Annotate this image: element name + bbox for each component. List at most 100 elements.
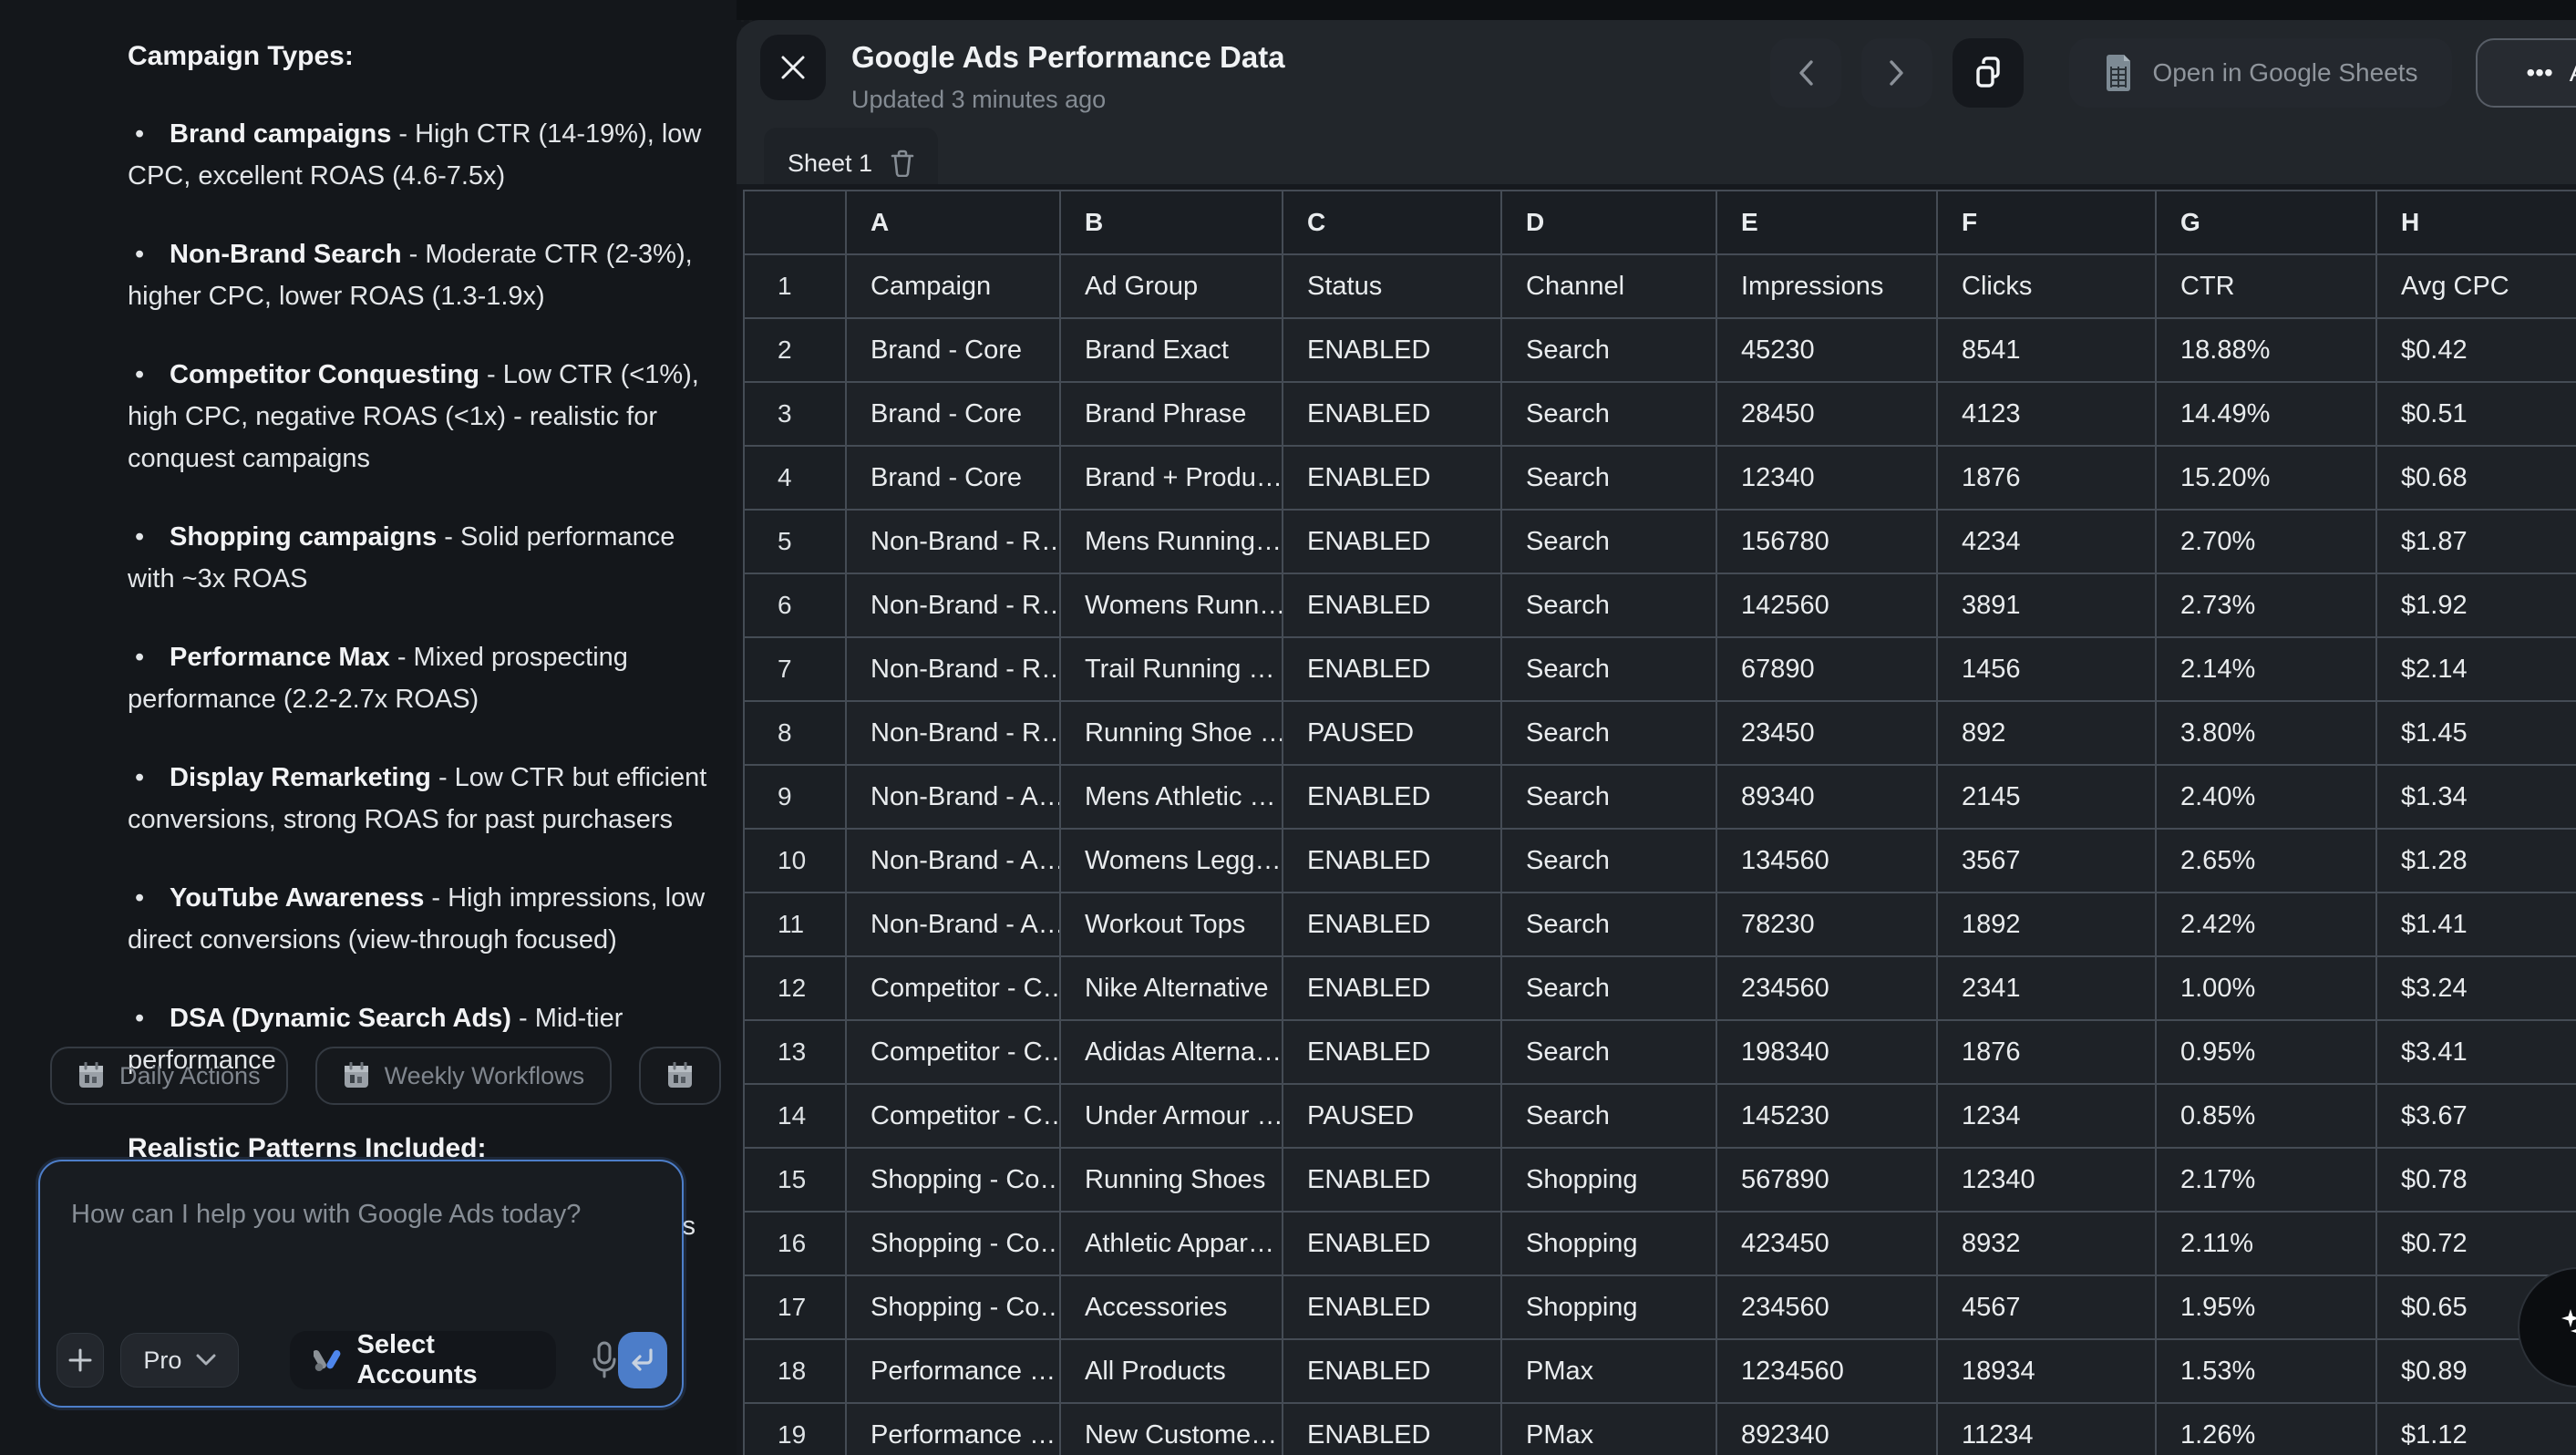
cell[interactable]: Athletic Appar…: [1061, 1212, 1282, 1274]
cell[interactable]: 1234: [1938, 1085, 2155, 1147]
cell[interactable]: 78230: [1717, 893, 1936, 955]
row-number[interactable]: 13: [745, 1021, 845, 1083]
cell[interactable]: ENABLED: [1283, 1149, 1500, 1211]
cell[interactable]: 8932: [1938, 1212, 2155, 1274]
cell[interactable]: $1.34: [2377, 766, 2576, 828]
cell[interactable]: Status: [1283, 255, 1500, 317]
send-button[interactable]: [618, 1332, 667, 1388]
cell[interactable]: $0.51: [2377, 383, 2576, 445]
cell[interactable]: Womens Legg…: [1061, 830, 1282, 892]
close-button[interactable]: [760, 35, 826, 100]
cell[interactable]: 234560: [1717, 957, 1936, 1019]
cell[interactable]: 8541: [1938, 319, 2155, 381]
cell[interactable]: 1.00%: [2157, 957, 2375, 1019]
cell[interactable]: Brand - Core: [847, 319, 1059, 381]
cell[interactable]: Adidas Alterna…: [1061, 1021, 1282, 1083]
cell[interactable]: ENABLED: [1283, 1340, 1500, 1402]
cell[interactable]: ENABLED: [1283, 1212, 1500, 1274]
row-number[interactable]: 14: [745, 1085, 845, 1147]
cell[interactable]: Non-Brand - R…: [847, 702, 1059, 764]
column-header-G[interactable]: G: [2157, 191, 2375, 253]
cell[interactable]: Trail Running …: [1061, 638, 1282, 700]
cell[interactable]: 12340: [1717, 447, 1936, 509]
cell[interactable]: Shopping - Co…: [847, 1149, 1059, 1211]
cell[interactable]: 14.49%: [2157, 383, 2375, 445]
cell[interactable]: ENABLED: [1283, 766, 1500, 828]
cell[interactable]: ENABLED: [1283, 893, 1500, 955]
cell[interactable]: Brand Phrase: [1061, 383, 1282, 445]
cell[interactable]: Search: [1502, 893, 1716, 955]
cell[interactable]: Non-Brand - R…: [847, 511, 1059, 573]
column-header-E[interactable]: E: [1717, 191, 1936, 253]
cell[interactable]: ENABLED: [1283, 1276, 1500, 1338]
cell[interactable]: Ad Group: [1061, 255, 1282, 317]
cell[interactable]: Search: [1502, 574, 1716, 636]
select-accounts-button[interactable]: Select Accounts: [290, 1331, 556, 1389]
cell[interactable]: Under Armour …: [1061, 1085, 1282, 1147]
cell[interactable]: ENABLED: [1283, 319, 1500, 381]
cell[interactable]: 2.70%: [2157, 511, 2375, 573]
cell[interactable]: 2.73%: [2157, 574, 2375, 636]
cell[interactable]: New Custome…: [1061, 1404, 1282, 1455]
cell[interactable]: ENABLED: [1283, 1021, 1500, 1083]
cell[interactable]: All Products: [1061, 1340, 1282, 1402]
cell[interactable]: 1.95%: [2157, 1276, 2375, 1338]
cell[interactable]: Non-Brand - R…: [847, 638, 1059, 700]
cell[interactable]: Search: [1502, 638, 1716, 700]
cell[interactable]: Competitor - C…: [847, 1021, 1059, 1083]
cell[interactable]: 1456: [1938, 638, 2155, 700]
cell[interactable]: 3891: [1938, 574, 2155, 636]
row-number[interactable]: 11: [745, 893, 845, 955]
cell[interactable]: Running Shoe …: [1061, 702, 1282, 764]
cell[interactable]: 11234: [1938, 1404, 2155, 1455]
cell[interactable]: Campaign: [847, 255, 1059, 317]
cell[interactable]: $0.78: [2377, 1149, 2576, 1211]
cell[interactable]: $1.87: [2377, 511, 2576, 573]
row-number[interactable]: 5: [745, 511, 845, 573]
cell[interactable]: Channel: [1502, 255, 1716, 317]
cell[interactable]: Search: [1502, 319, 1716, 381]
open-in-sheets-button[interactable]: Open in Google Sheets: [2069, 38, 2452, 108]
cell[interactable]: 1.53%: [2157, 1340, 2375, 1402]
cell[interactable]: Womens Runn…: [1061, 574, 1282, 636]
cell[interactable]: Search: [1502, 511, 1716, 573]
cell[interactable]: ENABLED: [1283, 957, 1500, 1019]
cell[interactable]: 2145: [1938, 766, 2155, 828]
row-number[interactable]: 9: [745, 766, 845, 828]
cell[interactable]: Shopping: [1502, 1212, 1716, 1274]
cell[interactable]: 567890: [1717, 1149, 1936, 1211]
cell[interactable]: 4567: [1938, 1276, 2155, 1338]
cell[interactable]: Search: [1502, 957, 1716, 1019]
cell[interactable]: Search: [1502, 702, 1716, 764]
row-number[interactable]: 15: [745, 1149, 845, 1211]
cell[interactable]: Accessories: [1061, 1276, 1282, 1338]
cell[interactable]: Non-Brand - R…: [847, 574, 1059, 636]
cell[interactable]: Search: [1502, 1085, 1716, 1147]
row-number[interactable]: 18: [745, 1340, 845, 1402]
cell[interactable]: Competitor - C…: [847, 957, 1059, 1019]
cell[interactable]: Workout Tops: [1061, 893, 1282, 955]
cell[interactable]: PAUSED: [1283, 1085, 1500, 1147]
row-number[interactable]: 19: [745, 1404, 845, 1455]
cell[interactable]: Search: [1502, 447, 1716, 509]
cell[interactable]: Shopping: [1502, 1149, 1716, 1211]
cell[interactable]: Competitor - C…: [847, 1085, 1059, 1147]
cell[interactable]: 2.40%: [2157, 766, 2375, 828]
cell[interactable]: 1234560: [1717, 1340, 1936, 1402]
cell[interactable]: 2.11%: [2157, 1212, 2375, 1274]
cell[interactable]: 2.42%: [2157, 893, 2375, 955]
cell[interactable]: 234560: [1717, 1276, 1936, 1338]
cell[interactable]: 1892: [1938, 893, 2155, 955]
cell[interactable]: 2.14%: [2157, 638, 2375, 700]
row-number[interactable]: 7: [745, 638, 845, 700]
cell[interactable]: ENABLED: [1283, 447, 1500, 509]
chat-input[interactable]: How can I help you with Google Ads today…: [38, 1160, 684, 1408]
copy-button[interactable]: [1953, 38, 2024, 108]
cell[interactable]: Running Shoes: [1061, 1149, 1282, 1211]
cell[interactable]: $0.68: [2377, 447, 2576, 509]
cell[interactable]: 2.17%: [2157, 1149, 2375, 1211]
cell[interactable]: $0.42: [2377, 319, 2576, 381]
cell[interactable]: 3567: [1938, 830, 2155, 892]
cell[interactable]: Shopping: [1502, 1276, 1716, 1338]
cell[interactable]: Non-Brand - A…: [847, 830, 1059, 892]
